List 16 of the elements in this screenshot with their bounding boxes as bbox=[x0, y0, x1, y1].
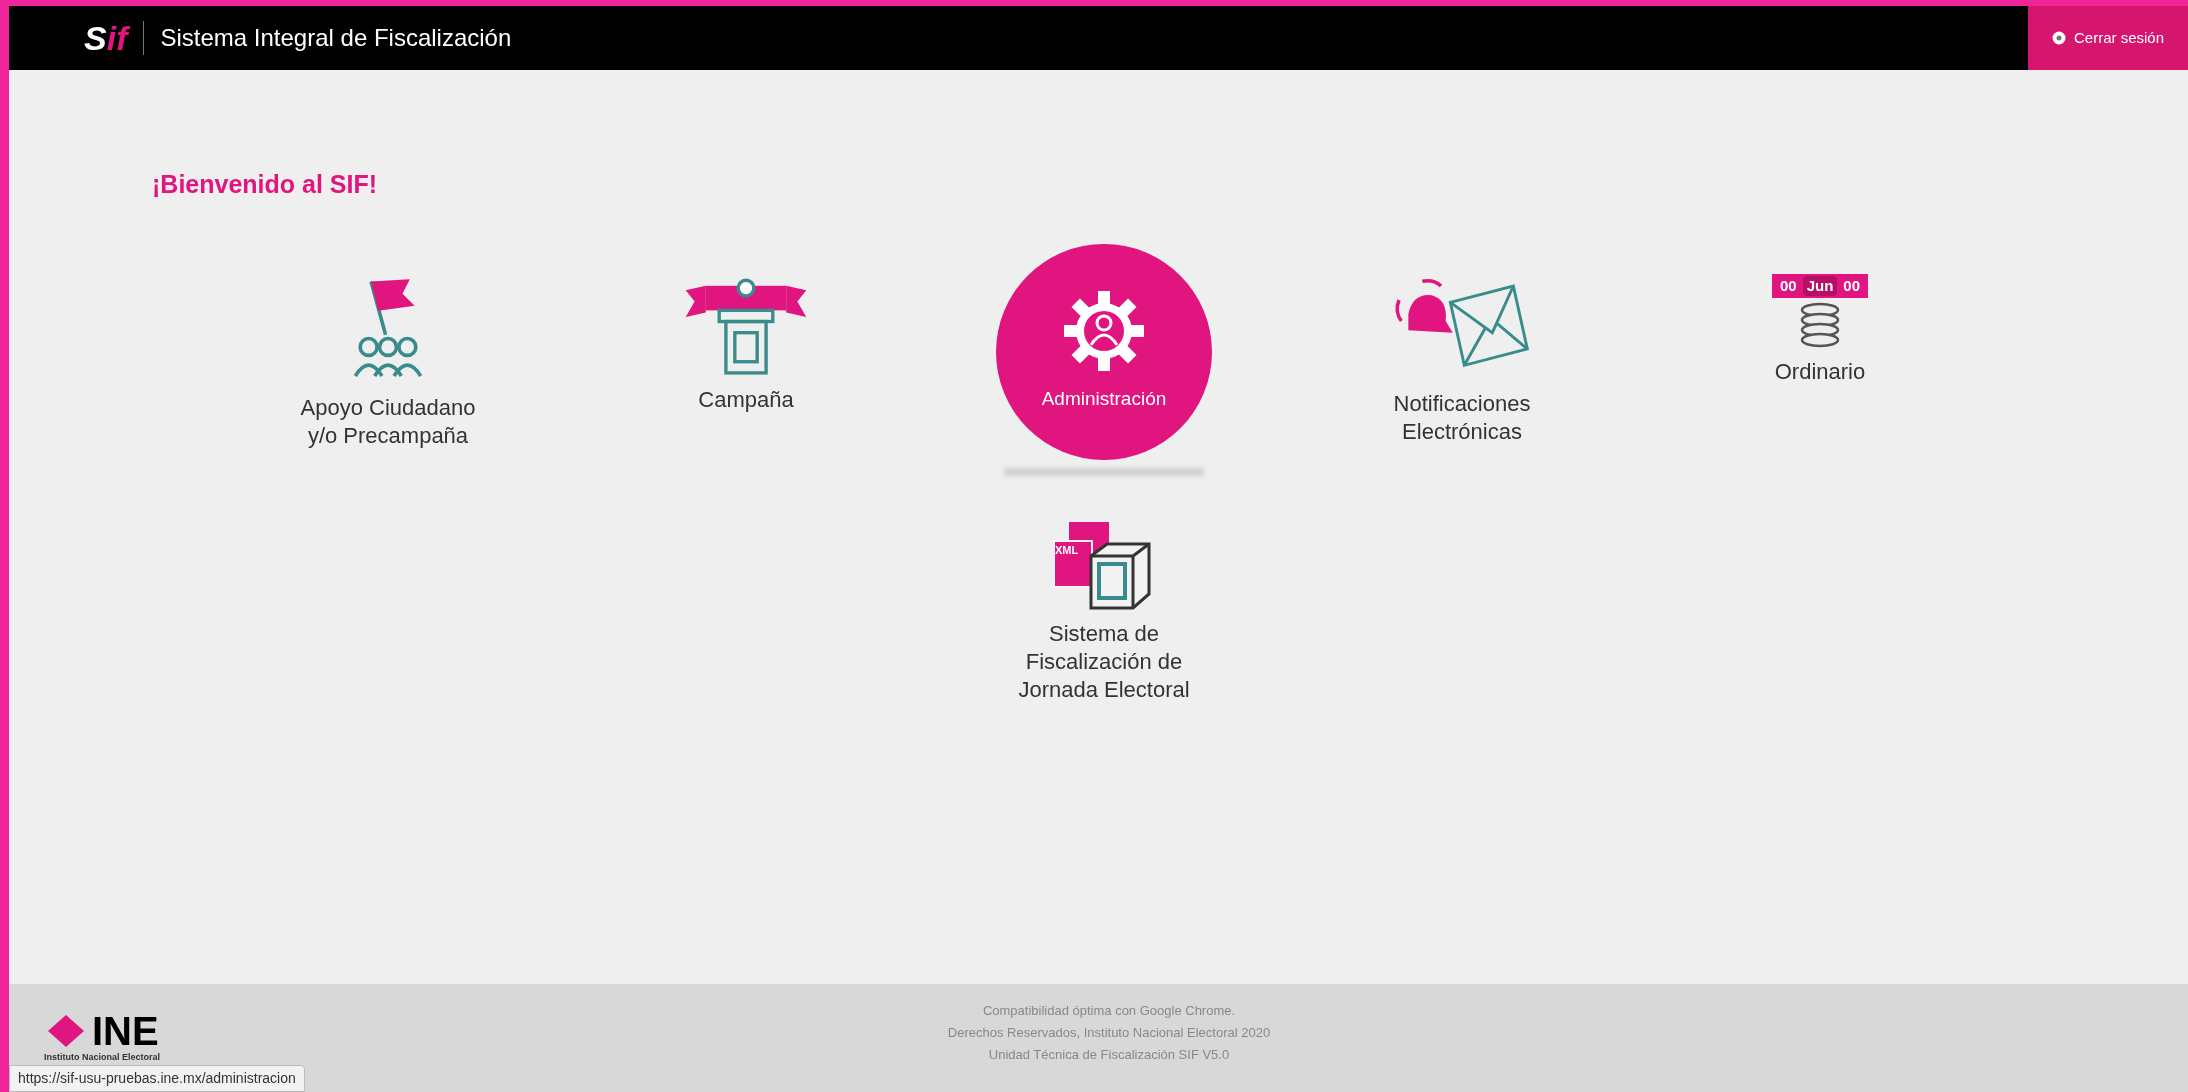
app-title: Sistema Integral de Fiscalización bbox=[160, 23, 512, 53]
module-button[interactable]: Notificaciones Electrónicas bbox=[1357, 273, 1567, 446]
module-button[interactable]: Campaña bbox=[641, 273, 851, 414]
ine-logo: INE Instituto Nacional Electoral bbox=[44, 1011, 161, 1065]
circle-icon bbox=[2052, 31, 2066, 45]
welcome-heading: ¡Bienvenido al SIF! bbox=[152, 169, 379, 200]
module-button[interactable]: 00 Jun 00 Ordinario bbox=[1715, 273, 1925, 386]
gear-with-person-icon bbox=[1062, 289, 1146, 374]
footer-text: Compatibilidad óptima con Google Chrome. bbox=[982, 1002, 1236, 1020]
logout-button[interactable]: Cerrar sesión bbox=[2028, 6, 2188, 70]
footer-text: Unidad Técnica de Fiscalización SIF V5.0 bbox=[988, 1046, 1230, 1064]
footer-text: Derechos Reservados, Instituto Nacional Electoral 2020 bbox=[947, 1024, 1271, 1042]
module-button[interactable]: Apoyo Ciudadano y/o Precampaña bbox=[283, 273, 493, 450]
module-button[interactable]: Administración bbox=[996, 243, 1212, 460]
status-url: https://sif-usu-pruebas.ine.mx/administracion bbox=[9, 1065, 305, 1092]
module-button[interactable]: XML Sistema de Fiscalización de Jornada Electoral bbox=[999, 519, 1209, 704]
